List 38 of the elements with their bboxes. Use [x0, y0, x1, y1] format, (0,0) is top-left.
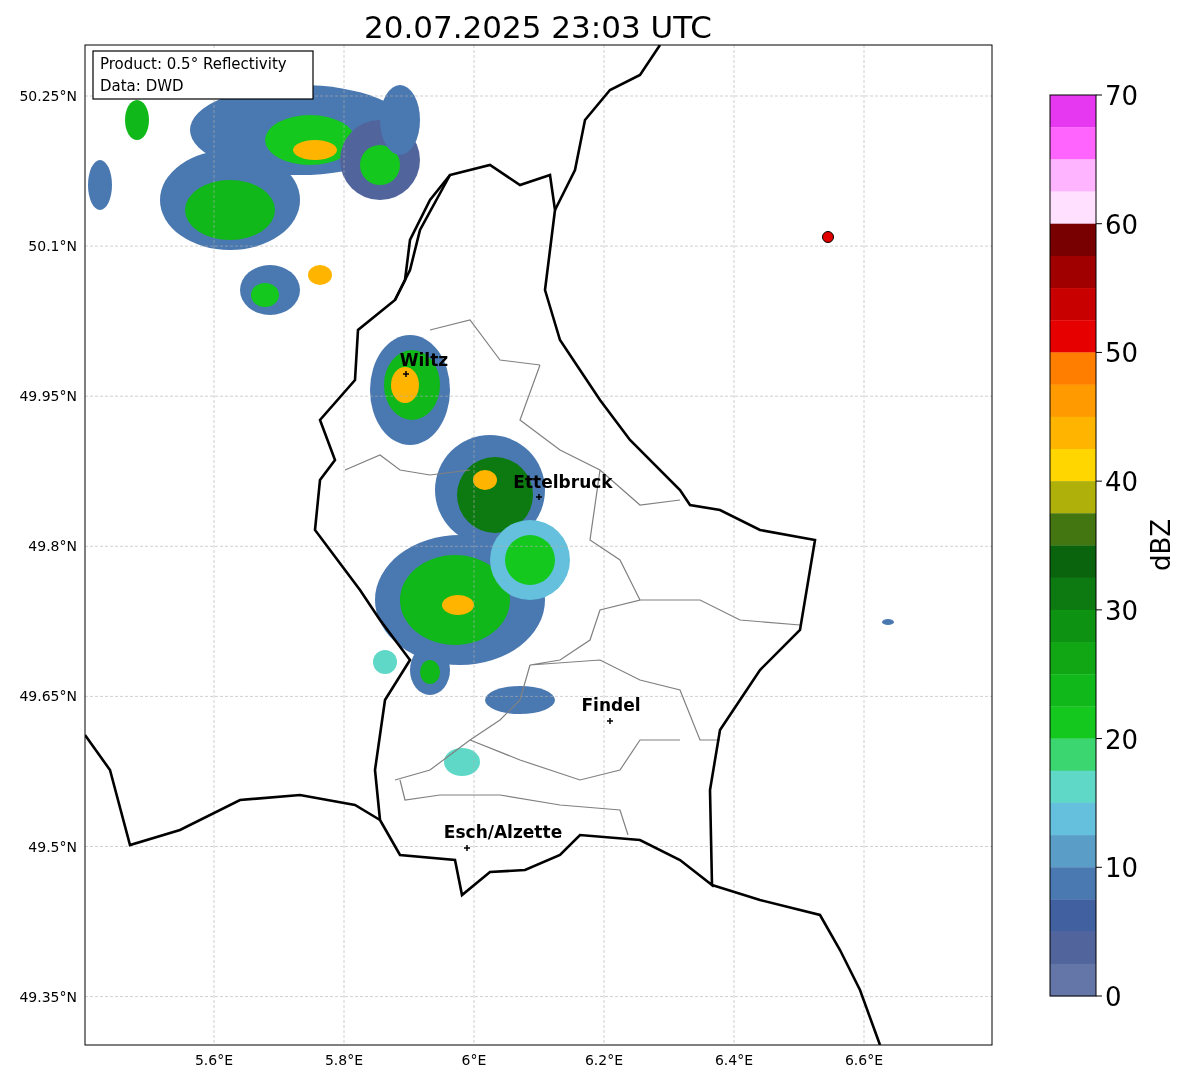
- longitude-tick-label: 5.6°E: [194, 1052, 234, 1068]
- city-label: Findel: [581, 695, 641, 715]
- city-marker-icon: [535, 493, 543, 501]
- latitude-tick-label: 49.65°N: [19, 688, 77, 705]
- latitude-tick-label: 49.8°N: [28, 538, 77, 555]
- info-text: Product: 0.5° Reflectivity: [100, 55, 287, 73]
- longitude-tick-label: 6.2°E: [584, 1052, 624, 1068]
- radar-echo: [125, 100, 149, 140]
- info-text: Data: DWD: [100, 77, 184, 95]
- colorbar-tick-label: 10: [1105, 853, 1139, 884]
- radar-echo: [882, 619, 894, 625]
- colorbar-tick-label: 20: [1105, 724, 1139, 755]
- longitude-tick-label: 6.4°E: [714, 1052, 754, 1068]
- radar-echo: [444, 748, 480, 776]
- latitude-tick-label: 49.5°N: [28, 838, 77, 855]
- figure-title: 20.07.2025 23:03 UTC: [364, 9, 712, 45]
- latitude-tick-label: 50.25°N: [19, 88, 77, 104]
- colorbar-tick-label: 0: [1105, 982, 1122, 1012]
- city-label: Esch/Alzette: [443, 822, 563, 842]
- colorbar-tick-label: 70: [1105, 81, 1139, 111]
- city-marker-icon: [463, 844, 471, 852]
- colorbar-label: dBZ: [1146, 518, 1176, 572]
- location-marker-icon: [822, 231, 834, 243]
- latitude-tick-label: 49.95°N: [19, 388, 77, 405]
- radar-echo: [485, 686, 555, 714]
- longitude-tick-label: 6°E: [461, 1052, 487, 1068]
- city-marker-icon: [402, 370, 410, 378]
- latitude-tick-label: 49.35°N: [19, 988, 77, 1005]
- colorbar-tick-label: 50: [1105, 338, 1139, 369]
- longitude-tick-label: 6.6°E: [844, 1052, 884, 1068]
- city-marker-icon: [606, 717, 614, 725]
- colorbar-tick-label: 30: [1105, 595, 1139, 626]
- colorbar-tick-label: 40: [1105, 467, 1139, 498]
- latitude-tick-label: 50.1°N: [28, 238, 77, 255]
- colorbar-tick-label: 60: [1105, 209, 1139, 240]
- radar-echo: [88, 160, 112, 210]
- longitude-tick-label: 5.8°E: [324, 1052, 364, 1068]
- radar-echo: [308, 265, 332, 285]
